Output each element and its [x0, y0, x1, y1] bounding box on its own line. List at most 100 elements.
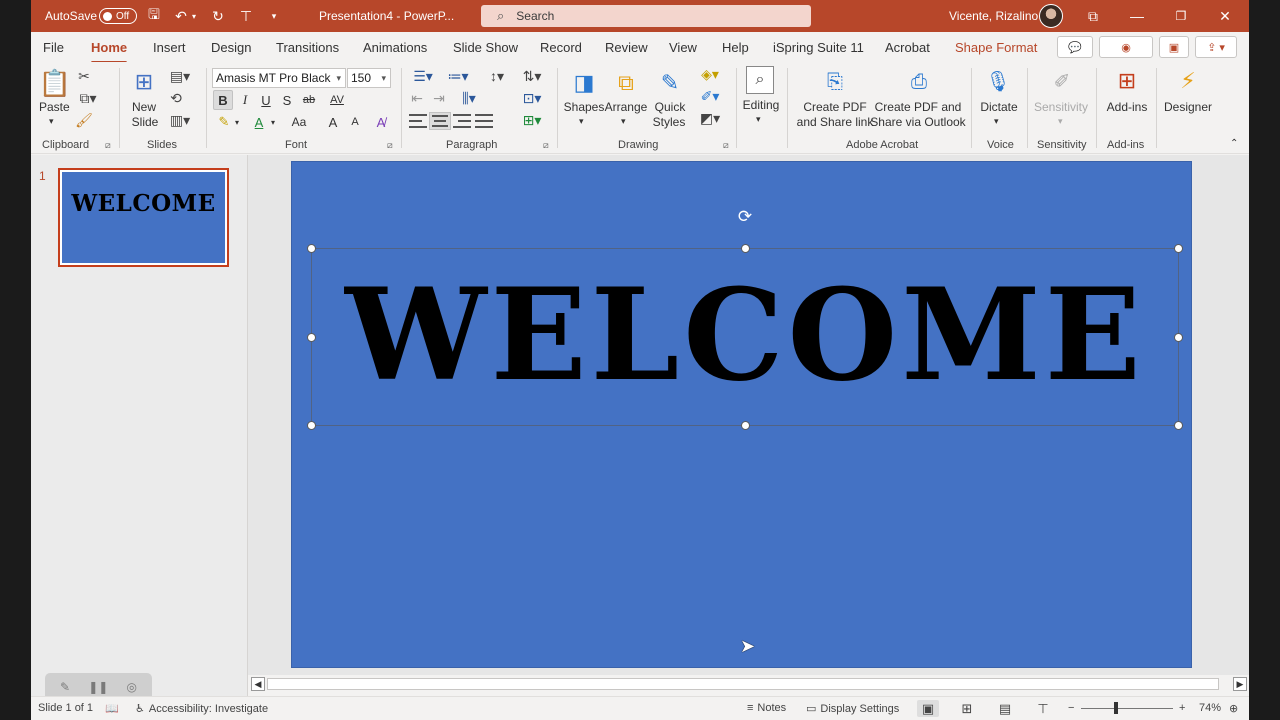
- smartart-icon[interactable]: ⊞▾: [518, 112, 546, 128]
- quick-styles-icon[interactable]: ✎: [655, 68, 685, 98]
- avatar[interactable]: [1039, 4, 1063, 28]
- character-spacing-button[interactable]: AV: [323, 90, 351, 110]
- minimize-icon[interactable]: —: [1115, 0, 1159, 32]
- create-pdf-share-icon[interactable]: ⎘: [821, 68, 849, 96]
- share-button[interactable]: ⇪ ▾: [1195, 36, 1237, 58]
- drawing-launcher-icon[interactable]: ⧄: [723, 140, 729, 151]
- shapes-icon[interactable]: ◨: [568, 68, 600, 98]
- tab-record[interactable]: Record: [540, 40, 582, 55]
- shapes-dropdown-icon[interactable]: ▾: [579, 114, 584, 129]
- highlight-dropdown-icon[interactable]: ▾: [231, 112, 243, 132]
- font-launcher-icon[interactable]: ⧄: [387, 140, 393, 151]
- horizontal-scrollbar[interactable]: ◀ ▶: [249, 675, 1249, 693]
- close-icon[interactable]: ✕: [1203, 0, 1247, 32]
- scroll-track[interactable]: [267, 678, 1219, 690]
- align-right-icon[interactable]: [453, 114, 471, 128]
- tab-review[interactable]: Review: [605, 40, 648, 55]
- comments-button[interactable]: 💬: [1057, 36, 1093, 58]
- zoom-slider[interactable]: [1081, 708, 1173, 709]
- arrange-icon[interactable]: ⧉: [611, 68, 641, 98]
- resize-handle-right[interactable]: [1174, 333, 1183, 342]
- create-pdf-outlook-label-1[interactable]: Create PDF and: [874, 100, 962, 115]
- strikethrough-button[interactable]: ab: [299, 90, 319, 110]
- ribbon-display-icon[interactable]: ⧉: [1071, 0, 1115, 32]
- tab-ispring[interactable]: iSpring Suite 11: [773, 40, 864, 55]
- paste-dropdown-icon[interactable]: ▾: [49, 114, 54, 129]
- dictate-button[interactable]: Dictate: [977, 100, 1021, 115]
- justify-icon[interactable]: [475, 114, 493, 128]
- quick-styles-label-2[interactable]: Styles: [647, 115, 691, 130]
- font-color-icon[interactable]: A: [249, 112, 269, 132]
- save-icon[interactable]: 🖫: [143, 0, 165, 32]
- shape-outline-icon[interactable]: ✐▾: [695, 88, 725, 104]
- reset-icon[interactable]: ⟲: [167, 90, 185, 106]
- resize-handle-left[interactable]: [307, 333, 316, 342]
- resize-handle-bottom-left[interactable]: [307, 421, 316, 430]
- reading-view-icon[interactable]: ▤: [994, 700, 1016, 717]
- font-name-box[interactable]: Amasis MT Pro Black ▾: [212, 68, 346, 88]
- create-pdf-share-label-1[interactable]: Create PDF: [795, 100, 875, 115]
- scroll-right-icon[interactable]: ▶: [1233, 677, 1247, 691]
- font-size-dropdown-icon[interactable]: ▾: [381, 73, 386, 84]
- line-spacing-icon[interactable]: ↕▾: [483, 68, 511, 84]
- new-slide-icon[interactable]: ⊞: [129, 68, 159, 96]
- tab-slide-show[interactable]: Slide Show: [453, 40, 518, 55]
- rotate-handle-icon[interactable]: ⟳: [736, 208, 754, 226]
- accessibility-status[interactable]: ♿ Accessibility: Investigate: [135, 702, 268, 716]
- dictate-dropdown-icon[interactable]: ▾: [994, 114, 999, 129]
- tab-animations[interactable]: Animations: [363, 40, 427, 55]
- font-color-dropdown-icon[interactable]: ▾: [267, 112, 279, 132]
- resize-handle-bottom-right[interactable]: [1174, 421, 1183, 430]
- tab-file[interactable]: File: [43, 40, 64, 55]
- align-center-icon[interactable]: [429, 112, 451, 130]
- fit-slide-icon[interactable]: ⊕: [1229, 702, 1238, 715]
- zoom-in-icon[interactable]: +: [1179, 702, 1185, 714]
- grow-font-button[interactable]: A: [323, 112, 343, 132]
- annotate-icon[interactable]: ✎: [60, 680, 70, 694]
- zoom-level[interactable]: 74%: [1199, 702, 1221, 714]
- tab-transitions[interactable]: Transitions: [276, 40, 339, 55]
- cut-icon[interactable]: ✂: [75, 68, 93, 84]
- align-text-icon[interactable]: ⊡▾: [518, 90, 546, 106]
- align-left-icon[interactable]: [409, 114, 427, 128]
- copy-icon[interactable]: ⧉▾: [75, 90, 101, 106]
- customize-qat-icon[interactable]: ▾: [263, 0, 285, 32]
- text-direction-icon[interactable]: ⇅▾: [518, 68, 546, 84]
- increase-indent-icon[interactable]: ⇥: [430, 90, 448, 106]
- slide[interactable]: ⟳ WELCOME ➤: [291, 161, 1192, 668]
- collapse-ribbon-icon[interactable]: ⌃: [1230, 136, 1238, 151]
- camera-icon[interactable]: ◎: [126, 680, 136, 694]
- paste-icon[interactable]: 📋: [39, 66, 71, 100]
- resize-handle-top-left[interactable]: [307, 244, 316, 253]
- undo-dropdown-icon[interactable]: ▾: [188, 0, 200, 32]
- new-slide-label-1[interactable]: New: [129, 100, 159, 115]
- slide-sorter-icon[interactable]: ⊞: [956, 700, 978, 717]
- create-pdf-share-label-2[interactable]: and Share link: [793, 115, 877, 130]
- present-icon[interactable]: ⊤: [235, 0, 257, 32]
- quick-styles-label-1[interactable]: Quick: [651, 100, 689, 115]
- clipboard-launcher-icon[interactable]: ⧄: [105, 140, 111, 151]
- zoom-out-icon[interactable]: −: [1068, 702, 1074, 714]
- columns-icon[interactable]: ⫼▾: [455, 90, 483, 106]
- italic-button[interactable]: I: [235, 90, 255, 110]
- shadow-button[interactable]: S: [277, 90, 297, 110]
- tab-home[interactable]: Home: [91, 40, 128, 64]
- create-pdf-outlook-icon[interactable]: ⎙: [905, 68, 933, 96]
- arrange-dropdown-icon[interactable]: ▾: [621, 114, 626, 129]
- normal-view-icon[interactable]: ▣: [917, 700, 939, 717]
- autosave-toggle[interactable]: Off: [99, 8, 137, 24]
- add-ins-icon[interactable]: ⊞: [1113, 66, 1141, 96]
- resize-handle-top[interactable]: [741, 244, 750, 253]
- paste-button[interactable]: Paste: [39, 100, 70, 115]
- designer-icon[interactable]: ⚡: [1173, 66, 1203, 96]
- clear-formatting-icon[interactable]: A̸: [371, 112, 391, 132]
- decrease-indent-icon[interactable]: ⇤: [408, 90, 426, 106]
- underline-button[interactable]: U: [256, 90, 276, 110]
- tab-insert[interactable]: Insert: [153, 40, 186, 55]
- font-size-box[interactable]: 150 ▾: [347, 68, 391, 88]
- tab-help[interactable]: Help: [722, 40, 749, 55]
- section-icon[interactable]: ▥▾: [167, 112, 193, 128]
- create-pdf-outlook-label-2[interactable]: Share via Outlook: [869, 115, 967, 130]
- resize-handle-top-right[interactable]: [1174, 244, 1183, 253]
- microphone-icon[interactable]: 🎙: [985, 66, 1010, 96]
